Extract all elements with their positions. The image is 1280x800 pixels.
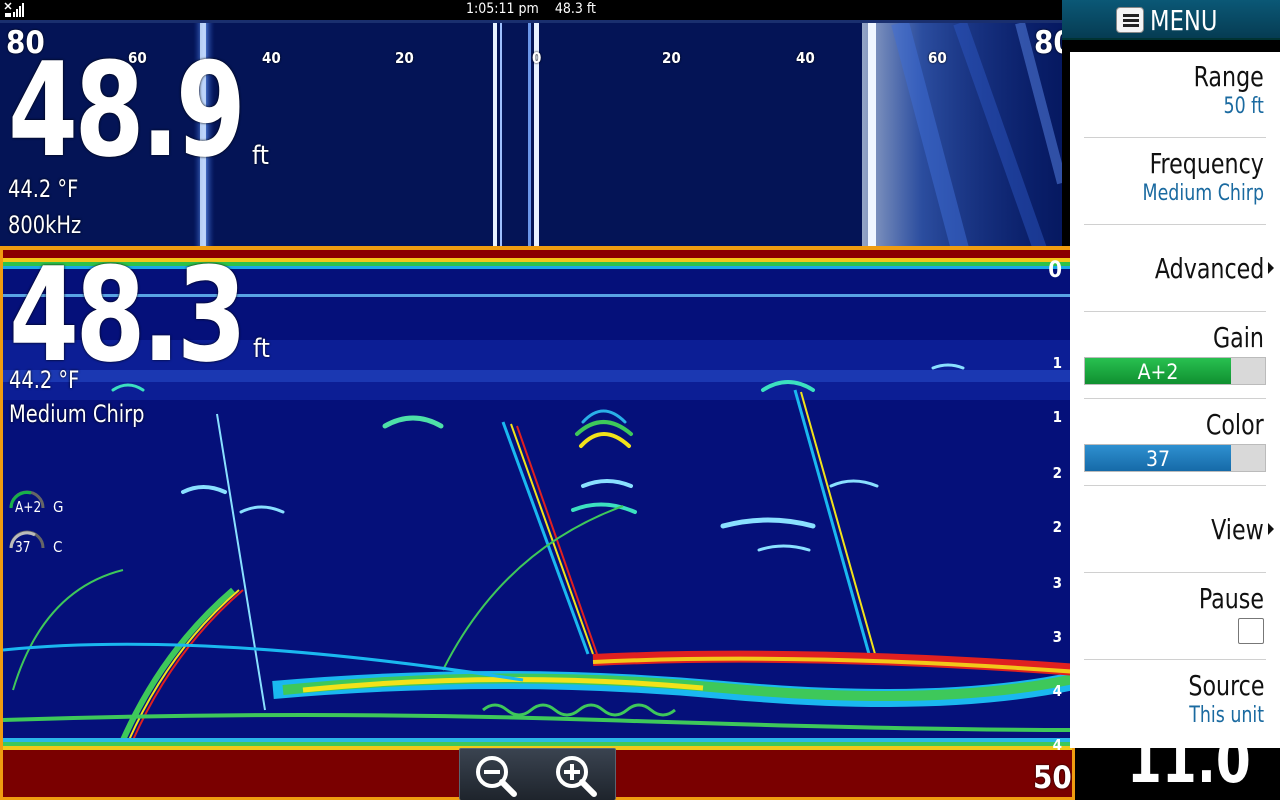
zoom-out-button[interactable] [472,753,520,797]
range-tick: 40 [262,49,281,67]
color-slider-value: 37 [1145,447,1171,471]
menu-item-frequency[interactable]: Frequency Medium Chirp [1084,139,1266,225]
menu-button[interactable]: MENU [1062,0,1280,40]
menu-icon [1116,7,1144,33]
bottom-range-label: 50 [1033,760,1072,796]
range-tick: 20 [662,49,681,67]
depth-readout: 48.9 [8,34,246,186]
frequency-readout: Medium Chirp [9,400,145,428]
range-tick: 60 [928,49,947,67]
status-depth: 48.3 ft [554,1,596,17]
depth-scale-label: 1 [1052,408,1062,426]
menu-item-range[interactable]: Range 50 ft [1084,52,1266,138]
depth-scale-label: 3 [1052,628,1062,646]
data-bar-partial: 11.0 [1075,748,1280,800]
sonar-screen: 1:05:11 pm 48.3 ft 60 40 20 0 20 40 60 8… [0,0,1280,800]
zoom-out-icon [476,756,517,797]
temperature-readout: 44.2 °F [9,366,80,394]
menu-item-label: View [1211,513,1264,546]
range-tick: 0 [532,49,542,67]
menu-item-value: This unit [1189,703,1264,728]
menu-item-label: Range [1193,60,1264,93]
menu-title: MENU [1150,4,1218,37]
menu-panel: Range 50 ft Frequency Medium Chirp Advan… [1070,52,1280,748]
pause-checkbox[interactable] [1238,618,1264,644]
sonar-panel[interactable]: 48.3 ft 44.2 °F Medium Chirp A+2 G 37 C … [0,246,1075,800]
range-tick: 20 [395,49,414,67]
color-slider[interactable]: 37 [1084,444,1266,472]
menu-item-label: Frequency [1149,147,1264,180]
gain-gauge[interactable]: A+2 G [5,486,64,522]
depth-unit: ft [253,334,270,364]
gain-slider-value: A+2 [1137,360,1179,384]
depth-scale-label: 1 [1052,354,1062,372]
status-bar: 1:05:11 pm 48.3 ft [0,0,1062,20]
depth-readout: 48.3 [9,246,247,391]
depth-scale-label: 4 [1052,682,1062,700]
zoom-in-button[interactable] [552,753,600,797]
depth-scale-label: 4 [1052,736,1062,754]
color-gauge-letter: C [53,538,63,556]
partial-readout: 11.0 [1127,748,1251,797]
submenu-arrow-icon [1268,523,1274,535]
gain-slider[interactable]: A+2 [1084,357,1266,385]
zoom-toolbar [459,748,616,800]
zoom-in-icon [556,756,597,797]
menu-item-source[interactable]: Source This unit [1084,661,1266,747]
menu-item-label: Advanced [1154,252,1264,285]
temperature-readout: 44.2 °F [8,175,79,203]
color-gauge[interactable]: 37 C [5,526,63,562]
menu-item-label: Source [1187,669,1264,702]
range-right: 80 [1034,25,1062,61]
color-gauge-value: 37 [15,538,31,556]
menu-item-value: Medium Chirp [1142,181,1264,206]
range-tick: 40 [796,49,815,67]
menu-item-label: Pause [1198,582,1264,615]
menu-item-label: Color [1206,408,1264,441]
menu-item-color[interactable]: Color 37 [1084,400,1266,486]
menu-item-label: Gain [1213,321,1264,354]
gain-gauge-letter: G [53,498,64,516]
depth-scale-label: 0 [1048,258,1062,283]
sidescan-panel[interactable]: 60 40 20 0 20 40 60 80 80 48.9 ft 44.2 °… [0,20,1062,246]
depth-scale-label: 2 [1052,518,1062,536]
gain-gauge-value: A+2 [15,498,42,516]
submenu-arrow-icon [1268,262,1274,274]
depth-scale-label: 3 [1052,574,1062,592]
menu-item-advanced[interactable]: Advanced [1084,226,1274,312]
depth-scale-label: 2 [1052,464,1062,482]
depth-unit: ft [252,141,269,171]
menu-item-value: 50 ft [1223,94,1264,119]
menu-item-view[interactable]: View [1084,487,1274,573]
status-time: 1:05:11 pm [466,1,539,17]
frequency-readout: 800kHz [8,211,82,239]
menu-item-gain[interactable]: Gain A+2 [1084,313,1266,399]
menu-item-pause[interactable]: Pause [1084,574,1266,660]
